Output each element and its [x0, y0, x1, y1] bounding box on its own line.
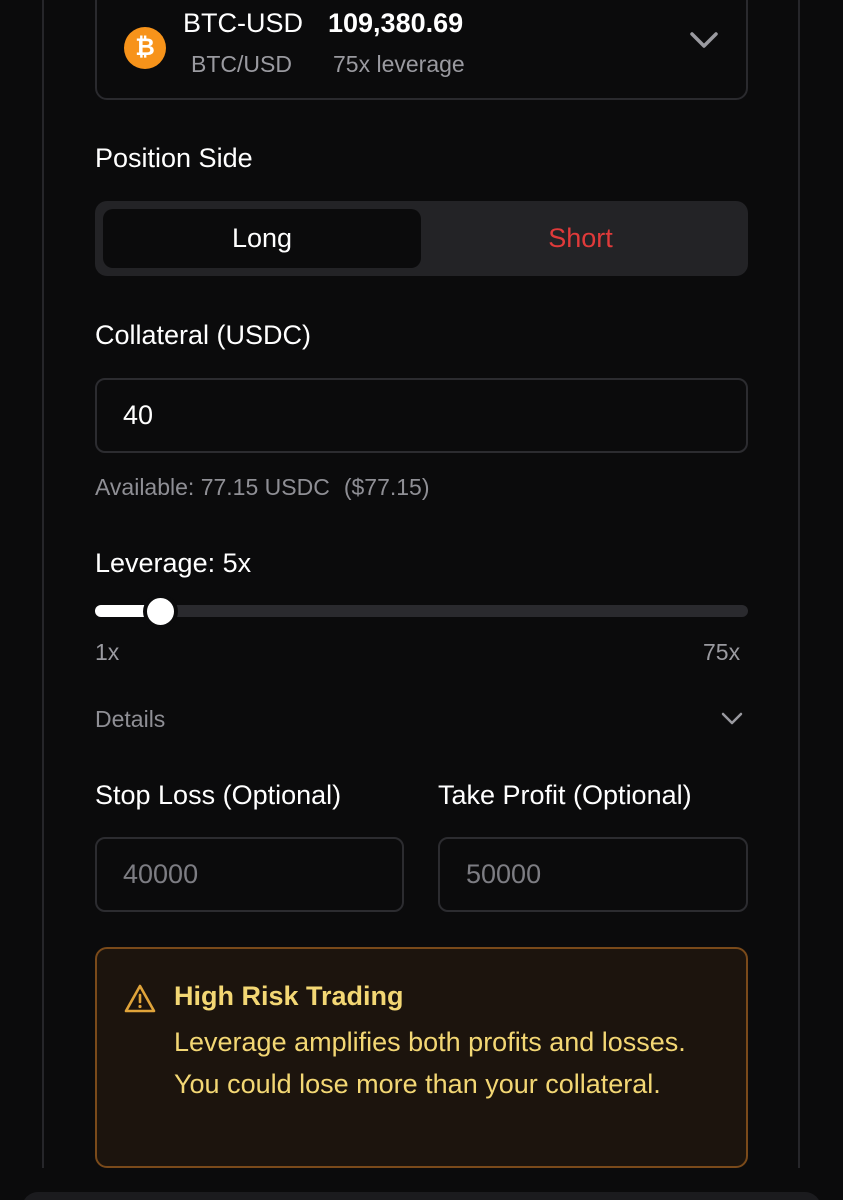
market-selector[interactable]: ₿ BTC-USD 109,380.69 BTC/USD 75x leverag… [95, 0, 748, 100]
market-price: 109,380.69 [328, 8, 464, 38]
warning-triangle-icon [124, 984, 156, 1013]
position-side-label: Position Side [95, 143, 253, 173]
chevron-down-icon[interactable] [721, 712, 743, 726]
left-frame-border [42, 0, 44, 1168]
market-symbol: BTC-USD [183, 8, 303, 38]
available-balance: Available: 77.15 USDC ($77.15) [95, 474, 430, 501]
collateral-input[interactable]: 40 [95, 378, 748, 453]
collateral-label: Collateral (USDC) [95, 320, 312, 350]
position-side-toggle: Long Short [95, 201, 748, 276]
warning-body: Leverage amplifies both profits and loss… [174, 1027, 686, 1099]
available-usdc: Available: 77.15 USDC [95, 474, 330, 500]
bitcoin-icon: ₿ [124, 27, 166, 69]
stop-loss-input[interactable]: 40000 [95, 837, 404, 912]
available-usd: ($77.15) [343, 474, 430, 500]
take-profit-input[interactable]: 50000 [438, 837, 748, 912]
warning-title: High Risk Trading [174, 981, 404, 1011]
leverage-max-label: 75x [703, 639, 741, 665]
right-frame-border [798, 0, 800, 1168]
leverage-slider-thumb[interactable] [144, 595, 178, 628]
bottom-sheet-edge [22, 1192, 821, 1200]
leverage-label: Leverage: 5x [95, 548, 252, 578]
take-profit-label: Take Profit (Optional) [438, 780, 692, 810]
risk-warning-box: High Risk Trading Leverage amplifies bot… [95, 947, 748, 1168]
stop-loss-label: Stop Loss (Optional) [95, 780, 342, 810]
market-pair: BTC/USD [191, 51, 292, 77]
leverage-min-label: 1x [95, 639, 120, 665]
leverage-slider-track[interactable] [95, 605, 748, 617]
details-toggle[interactable]: Details [95, 706, 165, 733]
market-max-leverage: 75x leverage [333, 51, 465, 77]
chevron-down-icon[interactable] [689, 30, 719, 50]
long-button[interactable]: Long [103, 209, 421, 268]
short-button[interactable]: Short [421, 209, 740, 268]
